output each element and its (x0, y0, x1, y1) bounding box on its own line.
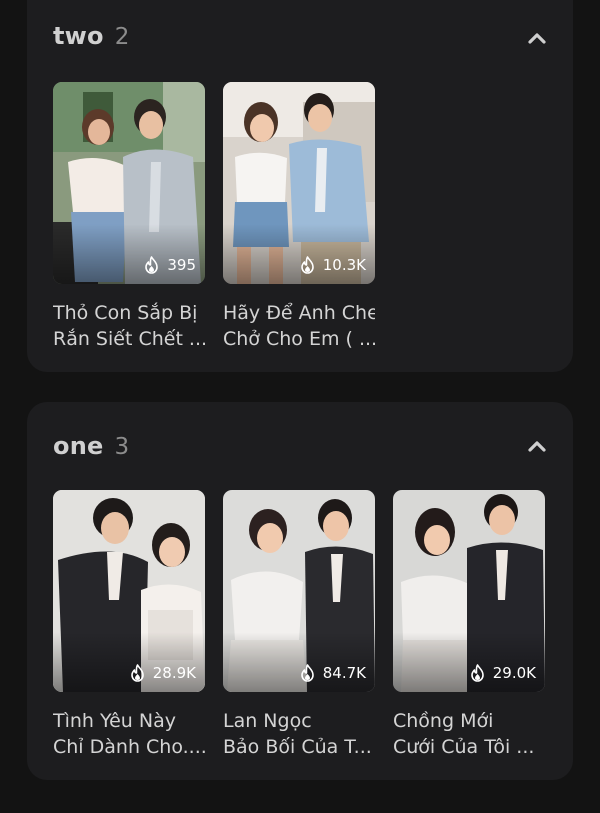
thumbnail-shade (53, 224, 205, 284)
flame-icon (470, 664, 484, 682)
video-thumbnail[interactable]: 395 (53, 82, 205, 284)
thumbnail-shade (223, 632, 375, 692)
view-count-value: 395 (167, 256, 196, 274)
group-header: two 2 (53, 22, 129, 50)
video-title[interactable]: Tình Yêu Này Chỉ Dành Cho.... (53, 708, 205, 760)
view-count-value: 28.9K (152, 664, 196, 682)
title-line: Chồng Mới (393, 710, 494, 732)
group-name: two (53, 22, 104, 50)
video-thumbnail[interactable]: 28.9K (53, 490, 205, 692)
thumbnail-shade (53, 632, 205, 692)
chevron-up-icon (528, 441, 546, 452)
group-card-two: two 2 395 Thỏ Con Sắp Bị Rắn Siết Chết .… (27, 0, 573, 372)
group-name: one (53, 432, 104, 460)
collapse-button[interactable] (525, 434, 549, 458)
video-item[interactable]: 10.3K Hãy Để Anh Che Chở Cho Em ( ... (223, 82, 375, 352)
group-count: 3 (114, 434, 130, 460)
title-line: Chở Cho Em ( ... (223, 328, 375, 350)
view-count-value: 84.7K (322, 664, 366, 682)
title-line: Lan Ngọc (223, 710, 312, 732)
view-count: 84.7K (300, 664, 366, 682)
title-line: Bảo Bối Của T... (223, 736, 372, 758)
group-count: 2 (114, 24, 130, 50)
video-thumbnail[interactable]: 29.0K (393, 490, 545, 692)
video-title[interactable]: Lan Ngọc Bảo Bối Của T... (223, 708, 375, 760)
flame-icon (130, 664, 144, 682)
chevron-up-icon (528, 33, 546, 44)
video-thumbnail[interactable]: 10.3K (223, 82, 375, 284)
collapse-button[interactable] (525, 26, 549, 50)
screen: two 2 395 Thỏ Con Sắp Bị Rắn Siết Chết .… (0, 0, 600, 813)
view-count: 10.3K (300, 256, 366, 274)
video-title[interactable]: Hãy Để Anh Che Chở Cho Em ( ... (223, 300, 375, 352)
thumbnail-shade (393, 632, 545, 692)
flame-icon (300, 664, 314, 682)
video-thumbnail[interactable]: 84.7K (223, 490, 375, 692)
video-item[interactable]: 395 Thỏ Con Sắp Bị Rắn Siết Chết ... (53, 82, 205, 352)
video-item[interactable]: 28.9K Tình Yêu Này Chỉ Dành Cho.... (53, 490, 205, 760)
group-card-one: one 3 28.9K Tình Yêu Này Chỉ Dành Cho...… (27, 402, 573, 780)
video-list: 395 Thỏ Con Sắp Bị Rắn Siết Chết ... 10.… (53, 82, 375, 352)
title-line: Thỏ Con Sắp Bị (53, 302, 198, 324)
video-item[interactable]: 84.7K Lan Ngọc Bảo Bối Của T... (223, 490, 375, 760)
title-line: Tình Yêu Này (53, 710, 176, 732)
title-line: Rắn Siết Chết ... (53, 328, 205, 350)
view-count-value: 29.0K (492, 664, 536, 682)
video-item[interactable]: 29.0K Chồng Mới Cưới Của Tôi ... (393, 490, 545, 760)
video-title[interactable]: Thỏ Con Sắp Bị Rắn Siết Chết ... (53, 300, 205, 352)
title-line: Hãy Để Anh Che (223, 302, 375, 324)
view-count: 395 (144, 256, 196, 274)
video-title[interactable]: Chồng Mới Cưới Của Tôi ... (393, 708, 545, 760)
view-count: 29.0K (470, 664, 536, 682)
view-count-value: 10.3K (322, 256, 366, 274)
title-line: Cưới Của Tôi ... (393, 736, 535, 758)
title-line: Chỉ Dành Cho.... (53, 736, 205, 758)
view-count: 28.9K (130, 664, 196, 682)
flame-icon (145, 256, 159, 274)
flame-icon (300, 256, 314, 274)
group-header: one 3 (53, 432, 129, 460)
video-list: 28.9K Tình Yêu Này Chỉ Dành Cho.... 84.7… (53, 490, 545, 760)
thumbnail-shade (223, 224, 375, 284)
